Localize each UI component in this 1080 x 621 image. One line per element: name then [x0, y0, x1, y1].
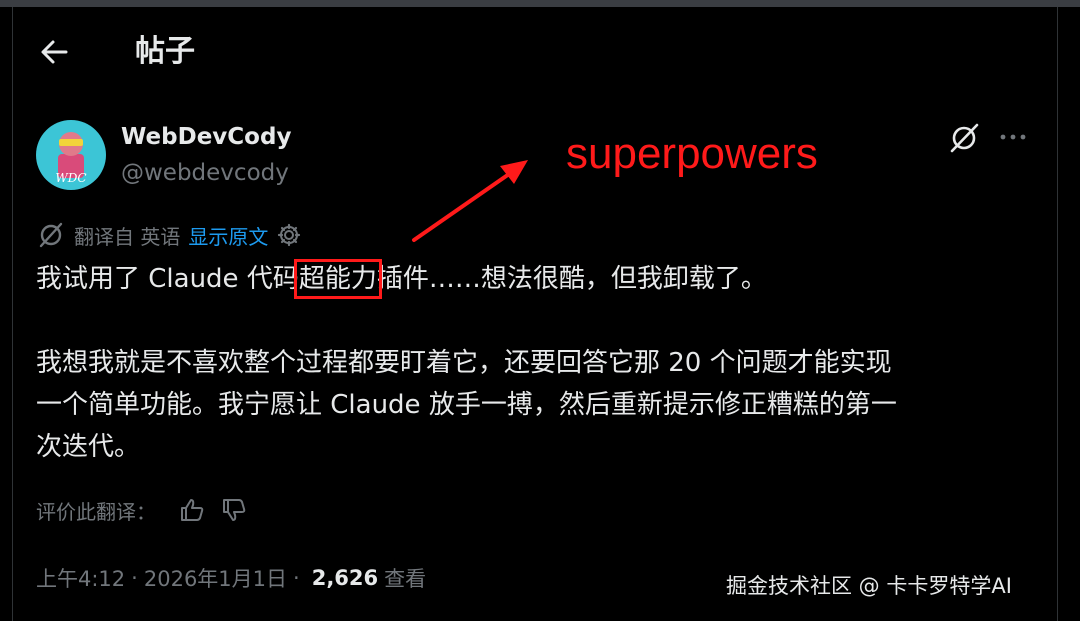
rate-translation-label: 评价此翻译： — [36, 499, 156, 524]
page-title: 帖子 — [135, 34, 195, 69]
post-line-4: 次迭代。 — [36, 432, 141, 462]
thumbs-up-icon[interactable] — [178, 496, 206, 524]
gear-icon[interactable] — [276, 222, 302, 248]
post-date[interactable]: 2026年1月1日 — [144, 563, 287, 593]
author-display-name[interactable]: WebDevCody — [121, 122, 291, 152]
more-icon[interactable] — [996, 124, 1030, 150]
translated-from-label: 翻译自 英语 — [74, 224, 181, 249]
back-arrow-icon — [41, 40, 68, 64]
column-border-right — [1057, 7, 1058, 621]
grok-icon[interactable] — [946, 120, 982, 156]
post-time[interactable]: 上午4:12 — [36, 563, 125, 593]
avatar-text: WDC — [55, 171, 86, 185]
post-line-1: 我试用了 Claude 代码超能力插件……想法很酷，但我卸载了。 — [36, 258, 1036, 300]
translate-icon — [39, 222, 63, 248]
post-text: 我试用了 Claude 代码超能力插件……想法很酷，但我卸载了。 我想我就是不喜… — [36, 258, 1036, 468]
post-line-3: 一个简单功能。我宁愿让 Claude 放手一搏，然后重新提示修正糟糕的第一 — [36, 390, 897, 420]
author-handle[interactable]: @webdevcody — [121, 158, 289, 188]
rate-translation-row: 评价此翻译： — [36, 490, 248, 530]
avatar[interactable]: WDC — [36, 120, 106, 190]
meta-separator: · — [131, 566, 138, 590]
meta-separator: · — [293, 566, 300, 590]
window-top-border — [0, 0, 1080, 7]
highlighted-term: 超能力 — [293, 259, 382, 299]
post-text-segment: 插件……想法很酷，但我卸载了。 — [376, 264, 767, 294]
show-original-link[interactable]: 显示原文 — [188, 221, 268, 250]
views-label: 查看 — [384, 567, 427, 591]
annotation-arrow — [412, 160, 528, 242]
translation-row: 翻译自 英语 显示原文 — [36, 218, 302, 252]
back-button[interactable] — [36, 34, 72, 70]
post-text-segment: 我试用了 Claude 代码 — [36, 264, 299, 294]
views-count: 2,626 — [311, 566, 379, 590]
thumbs-down-icon[interactable] — [220, 496, 248, 524]
watermark: 掘金技术社区 @ 卡卡罗特学AI — [726, 574, 1012, 598]
post-line-2: 我想我就是不喜欢整个过程都要盯着它，还要回答它那 20 个问题才能实现 — [36, 348, 892, 378]
column-border-left — [12, 7, 13, 621]
annotation-label: superpowers — [566, 129, 818, 178]
post-meta: 上午4:12 · 2026年1月1日 · 2,626 查看 — [36, 560, 426, 596]
